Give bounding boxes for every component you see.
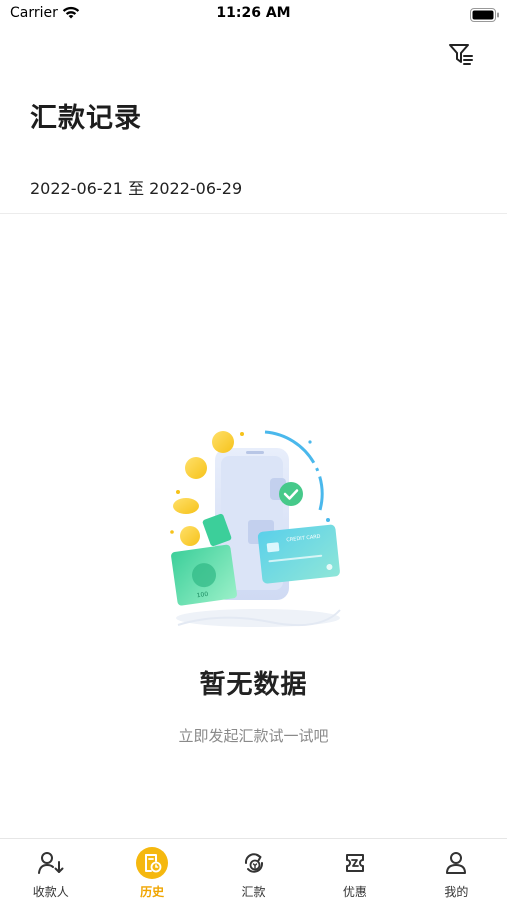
empty-state-title: 暂无数据 bbox=[199, 670, 308, 700]
bottom-tab-bar: 收款人 历史 汇款 优惠 我的 bbox=[0, 838, 507, 900]
tab-history[interactable]: 历史 bbox=[101, 839, 202, 900]
header-divider bbox=[0, 213, 507, 214]
tab-offers[interactable]: 优惠 bbox=[304, 839, 405, 900]
tab-remit[interactable]: 汇款 bbox=[203, 839, 304, 900]
tab-label-offers: 优惠 bbox=[342, 885, 367, 899]
date-range[interactable]: 2022-06-21 至 2022-06-29 bbox=[30, 175, 242, 199]
coupon-icon bbox=[339, 847, 371, 879]
tab-label-history: 历史 bbox=[140, 885, 165, 899]
history-icon bbox=[136, 847, 169, 879]
tab-payees[interactable]: 收款人 bbox=[0, 839, 101, 900]
remit-icon bbox=[238, 847, 270, 879]
page-title: 汇款记录 bbox=[30, 103, 142, 134]
empty-state-subtitle: 立即发起汇款试一试吧 bbox=[178, 727, 329, 745]
person-arrow-icon bbox=[35, 847, 67, 879]
profile-icon bbox=[440, 847, 472, 879]
tab-label-remit: 汇款 bbox=[241, 885, 266, 899]
clock: 11:26 AM bbox=[216, 5, 291, 21]
tab-profile[interactable]: 我的 bbox=[406, 839, 507, 900]
empty-state-illustration: CREDIT CARD 100 bbox=[160, 420, 350, 640]
tab-label-profile: 我的 bbox=[444, 885, 469, 899]
filter-icon[interactable] bbox=[446, 40, 476, 68]
battery-icon bbox=[470, 7, 500, 26]
tab-label-payees: 收款人 bbox=[32, 885, 69, 899]
status-bar: Carrier 11:26 AM bbox=[0, 0, 507, 30]
